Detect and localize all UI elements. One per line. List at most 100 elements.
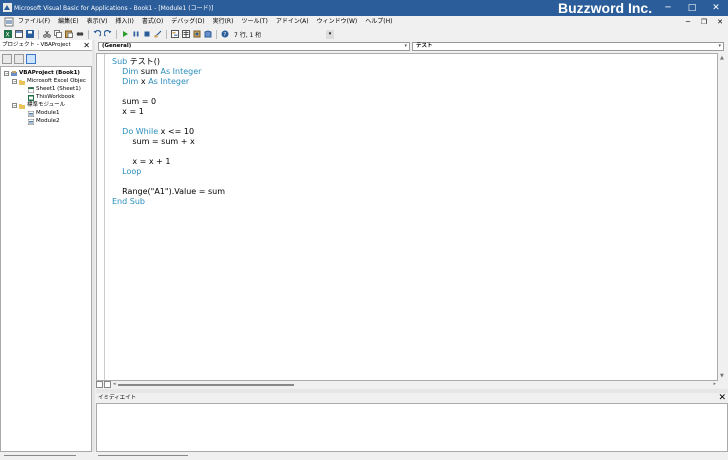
design-mode-icon[interactable] xyxy=(154,30,162,38)
tree-node-module2[interactable]: Module2 xyxy=(28,118,60,125)
maximize-button[interactable]: □ xyxy=(680,0,704,16)
code-line[interactable]: Range("A1").Value = sum xyxy=(112,187,225,197)
cut-icon[interactable] xyxy=(43,30,51,38)
code-line[interactable] xyxy=(112,87,225,97)
reset-icon[interactable] xyxy=(143,30,151,38)
procedure-combo[interactable]: テスト ▾ xyxy=(412,42,724,51)
code-keyword: Dim xyxy=(122,77,139,86)
code-line[interactable]: sum = 0 xyxy=(112,97,225,107)
code-keyword: Loop xyxy=(122,167,142,176)
scroll-down-icon[interactable]: ▼ xyxy=(720,373,724,379)
tree-node-vbaproject[interactable]: − VBAProject (Book1) xyxy=(4,70,80,77)
scroll-up-icon[interactable]: ▲ xyxy=(720,55,724,61)
menu-insert[interactable]: 挿入(I) xyxy=(111,16,137,28)
svg-text:?: ? xyxy=(223,32,226,38)
code-line[interactable] xyxy=(112,147,225,157)
code-line[interactable]: sum = sum + x xyxy=(112,137,225,147)
scroll-right-icon[interactable]: ▸ xyxy=(713,381,716,387)
procedure-view-button[interactable] xyxy=(96,381,103,388)
mdi-controls: ─ ❐ ✕ xyxy=(680,16,728,28)
run-icon[interactable] xyxy=(121,30,129,38)
mdi-minimize-button[interactable]: ─ xyxy=(680,16,696,28)
code-text: テスト() xyxy=(127,57,161,66)
code-line[interactable] xyxy=(112,177,225,187)
break-icon[interactable] xyxy=(132,30,140,38)
minimize-button[interactable]: ─ xyxy=(656,0,680,16)
code-lines[interactable]: Sub テスト() Dim sum As Integer Dim x As In… xyxy=(112,57,225,207)
help-icon[interactable]: ? xyxy=(221,30,229,38)
code-line[interactable]: End Sub xyxy=(112,197,225,207)
code-line[interactable]: Do While x <= 10 xyxy=(112,127,225,137)
code-line[interactable] xyxy=(112,117,225,127)
tree-expander[interactable]: − xyxy=(12,103,17,108)
code-line[interactable]: Loop xyxy=(112,167,225,177)
status-scroll-thumb[interactable] xyxy=(4,455,76,456)
scroll-left-icon[interactable]: ◂ xyxy=(113,381,116,387)
full-module-view-button[interactable] xyxy=(104,381,111,388)
project-explorer-icon[interactable] xyxy=(171,30,179,38)
object-browser-icon[interactable] xyxy=(193,30,201,38)
tree-node-label: Microsoft Excel Objec xyxy=(27,78,86,84)
tree-node-excel-objects[interactable]: − Microsoft Excel Objec xyxy=(12,78,86,85)
immediate-window-header: イミディエイト ✕ xyxy=(96,393,728,403)
project-panel-close-button[interactable]: ✕ xyxy=(83,40,90,51)
copy-icon[interactable] xyxy=(54,30,62,38)
mdi-restore-button[interactable]: ❐ xyxy=(696,16,712,28)
menu-help[interactable]: ヘルプ(H) xyxy=(361,16,396,28)
menu-debug[interactable]: デバッグ(D) xyxy=(167,16,208,28)
tree-node-thisworkbook[interactable]: ThisWorkbook xyxy=(28,94,75,101)
object-combo[interactable]: (General) ▾ xyxy=(98,42,410,51)
code-line[interactable]: x = 1 xyxy=(112,107,225,117)
margin-indicator-bar[interactable] xyxy=(97,54,105,380)
panel-splitter[interactable] xyxy=(92,40,95,452)
brand-label: Buzzword Inc. xyxy=(558,0,653,16)
project-panel-toolbar xyxy=(0,52,92,65)
menu-addins[interactable]: アドイン(A) xyxy=(272,16,313,28)
code-editor[interactable]: Sub テスト() Dim sum As Integer Dim x As In… xyxy=(96,53,718,381)
code-line[interactable]: Dim x As Integer xyxy=(112,77,225,87)
close-button[interactable]: ✕ xyxy=(704,0,728,16)
insert-module-icon[interactable] xyxy=(15,30,23,38)
excel-icon[interactable]: X xyxy=(4,30,12,38)
menu-window[interactable]: ウィンドウ(W) xyxy=(313,16,362,28)
toolbar-options-button[interactable]: ▾ xyxy=(326,30,334,39)
project-icon xyxy=(11,70,17,76)
redo-icon[interactable] xyxy=(104,30,112,38)
horizontal-scroll-thumb[interactable] xyxy=(118,384,294,386)
undo-icon[interactable] xyxy=(93,30,101,38)
code-keyword: Sub xyxy=(112,57,128,66)
tree-node-sheet1[interactable]: Sheet1 (Sheet1) xyxy=(28,86,81,93)
window-controls: ─ □ ✕ xyxy=(656,0,728,16)
menu-view[interactable]: 表示(V) xyxy=(83,16,112,28)
view-object-button[interactable] xyxy=(14,53,24,64)
code-line[interactable]: Dim sum As Integer xyxy=(112,67,225,77)
toggle-folders-button[interactable] xyxy=(26,53,36,64)
find-icon[interactable] xyxy=(76,30,84,38)
status-scroll-thumb[interactable] xyxy=(98,455,188,456)
menu-edit[interactable]: 編集(E) xyxy=(54,16,82,28)
toolbar-separator xyxy=(116,29,117,39)
menu-tools[interactable]: ツール(T) xyxy=(237,16,271,28)
tree-node-label: 標準モジュール xyxy=(27,102,66,108)
tree-node-standard-modules[interactable]: − 標準モジュール xyxy=(12,102,65,109)
menu-file[interactable]: ファイル(F) xyxy=(14,16,54,28)
save-icon[interactable] xyxy=(26,30,34,38)
mdi-close-button[interactable]: ✕ xyxy=(712,16,728,28)
window-title: Microsoft Visual Basic for Applications … xyxy=(14,5,214,12)
code-vertical-scrollbar[interactable]: ▲ ▼ xyxy=(718,53,728,381)
tree-node-label: VBAProject (Book1) xyxy=(19,70,80,76)
view-code-button[interactable] xyxy=(2,53,12,64)
code-line[interactable]: Sub テスト() xyxy=(112,57,225,67)
menu-format[interactable]: 書式(O) xyxy=(138,16,167,28)
tree-expander[interactable]: − xyxy=(12,79,17,84)
code-line[interactable]: x = x + 1 xyxy=(112,157,225,167)
properties-icon[interactable] xyxy=(182,30,190,38)
tree-expander[interactable]: − xyxy=(4,71,9,76)
immediate-window[interactable] xyxy=(96,403,728,452)
immediate-close-button[interactable]: ✕ xyxy=(718,393,726,403)
menu-run[interactable]: 実行(R) xyxy=(209,16,238,28)
toolbox-icon[interactable] xyxy=(204,30,212,38)
paste-icon[interactable] xyxy=(65,30,73,38)
tree-node-module1[interactable]: Module1 xyxy=(28,110,60,117)
